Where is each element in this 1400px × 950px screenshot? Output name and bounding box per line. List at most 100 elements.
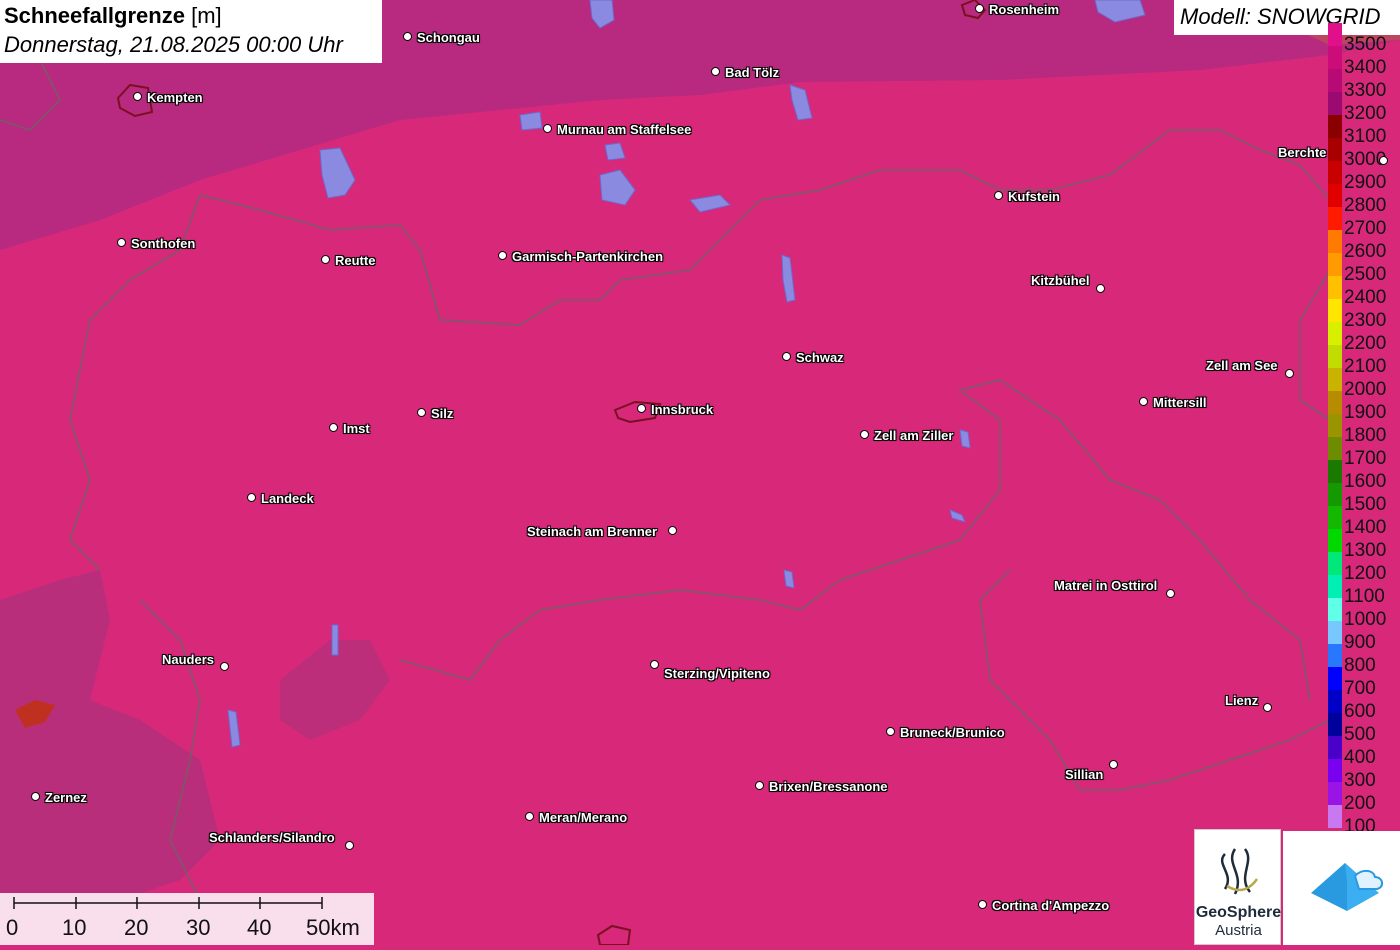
geosphere-logo[interactable]: GeoSphere Austria [1194, 829, 1281, 945]
logo-name: GeoSphere [1195, 904, 1282, 921]
city-label[interactable]: Garmisch-Partenkirchen [512, 249, 663, 264]
city-label[interactable]: Schlanders/Silandro [209, 830, 335, 845]
city-marker[interactable] [345, 841, 354, 850]
snow-cloud-logo[interactable] [1283, 831, 1400, 945]
city-label[interactable]: Rosenheim [989, 2, 1059, 17]
city-marker[interactable] [1379, 156, 1388, 165]
legend-label: 1400 [1344, 517, 1387, 538]
city-marker[interactable] [329, 423, 338, 432]
city-label[interactable]: Meran/Merano [539, 810, 627, 825]
city-label[interactable]: Zell am Ziller [874, 428, 953, 443]
scale-bar: 0 10 20 30 40 50km [0, 893, 374, 945]
legend-swatch [1328, 621, 1342, 644]
city-label[interactable]: Reutte [335, 253, 375, 268]
legend-label: 1500 [1344, 494, 1387, 515]
legend-swatch [1328, 161, 1342, 184]
city-label[interactable]: Sillian [1065, 767, 1103, 782]
legend-label: 1000 [1344, 609, 1387, 630]
city-marker[interactable] [247, 493, 256, 502]
legend-swatch [1328, 230, 1342, 253]
city-marker[interactable] [117, 238, 126, 247]
city-marker[interactable] [650, 660, 659, 669]
city-marker[interactable] [978, 900, 987, 909]
legend-label: 3400 [1344, 57, 1387, 78]
city-marker[interactable] [782, 352, 791, 361]
city-marker[interactable] [525, 812, 534, 821]
city-marker[interactable] [417, 408, 426, 417]
scale-label: 40 [247, 915, 272, 940]
map-title: Schneefallgrenze [m] [4, 2, 378, 30]
city-label[interactable]: Murnau am Staffelsee [557, 122, 691, 137]
map-date: Donnerstag, 21.08.2025 00:00 Uhr [4, 32, 343, 57]
city-label[interactable]: Zernez [45, 790, 87, 805]
city-label[interactable]: Zell am See [1206, 358, 1278, 373]
scale-label: 30 [186, 915, 211, 940]
legend-label: 2400 [1344, 287, 1387, 308]
city-marker[interactable] [543, 124, 552, 133]
city-label[interactable]: Schwaz [796, 350, 844, 365]
snowfall-map[interactable] [0, 0, 1400, 945]
city-marker[interactable] [886, 727, 895, 736]
city-label[interactable]: Landeck [261, 491, 314, 506]
legend-label: 200 [1344, 793, 1376, 814]
city-label[interactable]: Bruneck/Brunico [900, 725, 1005, 740]
city-marker[interactable] [31, 792, 40, 801]
legend-swatch [1328, 23, 1342, 46]
city-label[interactable]: Bad Tölz [725, 65, 779, 80]
legend-swatch [1328, 690, 1342, 713]
city-label[interactable]: Kufstein [1008, 189, 1060, 204]
city-marker[interactable] [975, 4, 984, 13]
city-marker[interactable] [1263, 703, 1272, 712]
city-label[interactable]: Cortina d'Ampezzo [992, 898, 1109, 913]
scale-label: 0 [6, 915, 19, 940]
legend-swatch [1328, 184, 1342, 207]
legend-swatch [1328, 138, 1342, 161]
city-label[interactable]: Mittersill [1153, 395, 1206, 410]
city-label[interactable]: Kitzbühel [1031, 273, 1090, 288]
legend-swatch [1328, 46, 1342, 69]
city-label[interactable]: Matrei in Osttirol [1054, 578, 1157, 593]
city-marker[interactable] [498, 251, 507, 260]
city-label[interactable]: Lienz [1225, 693, 1258, 708]
legend-label: 300 [1344, 770, 1376, 791]
city-marker[interactable] [1109, 760, 1118, 769]
city-marker[interactable] [133, 92, 142, 101]
city-marker[interactable] [403, 32, 412, 41]
legend-label: 1900 [1344, 402, 1387, 423]
city-marker[interactable] [1285, 369, 1294, 378]
legend-swatch [1328, 299, 1342, 322]
city-label[interactable]: Brixen/Bressanone [769, 779, 888, 794]
legend-label: 900 [1344, 632, 1376, 653]
city-marker[interactable] [220, 662, 229, 671]
legend-label: 1700 [1344, 448, 1387, 469]
city-marker[interactable] [755, 781, 764, 790]
city-marker[interactable] [321, 255, 330, 264]
city-marker[interactable] [1096, 284, 1105, 293]
legend-label: 3100 [1344, 126, 1387, 147]
city-label[interactable]: Imst [343, 421, 370, 436]
city-marker[interactable] [711, 67, 720, 76]
city-marker[interactable] [1166, 589, 1175, 598]
city-label[interactable]: Sterzing/Vipiteno [664, 666, 770, 681]
legend-swatch [1328, 69, 1342, 92]
city-label[interactable]: Silz [431, 406, 453, 421]
city-marker[interactable] [860, 430, 869, 439]
city-label[interactable]: Nauders [162, 652, 214, 667]
legend-swatch [1328, 207, 1342, 230]
legend-swatch [1328, 391, 1342, 414]
city-marker[interactable] [668, 526, 677, 535]
city-label[interactable]: Kempten [147, 90, 203, 105]
city-label[interactable]: Schongau [417, 30, 480, 45]
city-label[interactable]: Innsbruck [651, 402, 713, 417]
city-marker[interactable] [994, 191, 1003, 200]
city-marker[interactable] [1139, 397, 1148, 406]
city-marker[interactable] [637, 404, 646, 413]
legend-label: 2500 [1344, 264, 1387, 285]
city-label[interactable]: Steinach am Brenner [527, 524, 657, 539]
city-label[interactable]: Berchte [1278, 145, 1326, 160]
legend-label: 2100 [1344, 356, 1387, 377]
legend-swatch [1328, 345, 1342, 368]
legend-swatch [1328, 667, 1342, 690]
map-title-box: Schneefallgrenze [m] Donnerstag, 21.08.2… [0, 0, 382, 63]
city-label[interactable]: Sonthofen [131, 236, 195, 251]
